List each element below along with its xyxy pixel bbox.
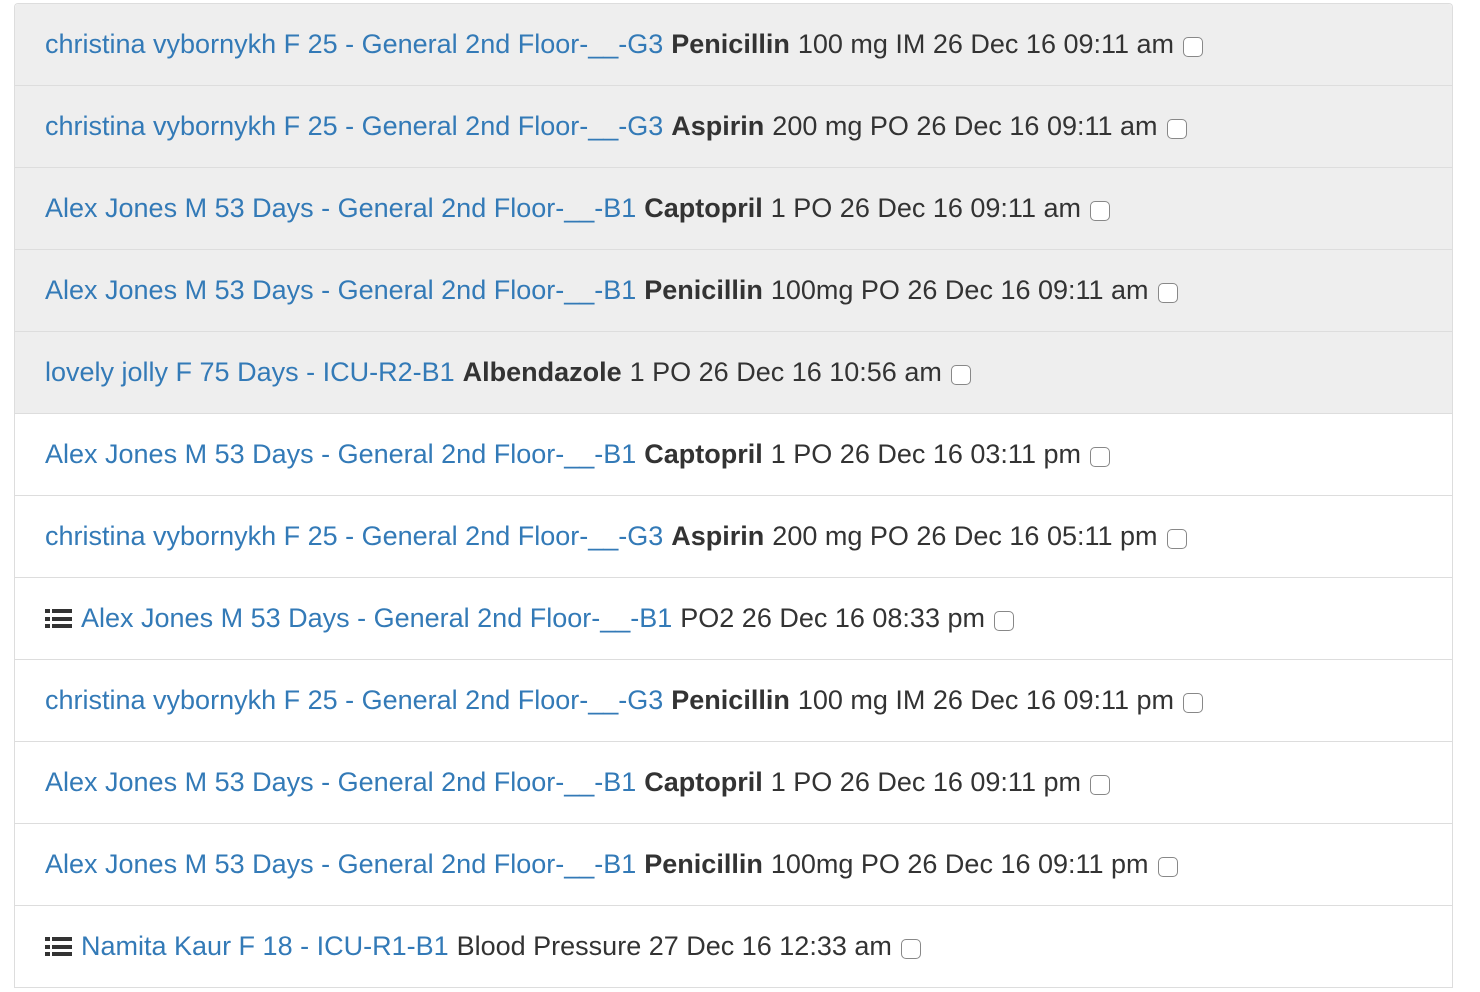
dose-schedule: PO2 26 Dec 16 08:33 pm [680,603,985,633]
done-checkbox[interactable] [1157,856,1178,877]
patient-link[interactable]: christina vybornykh F 25 - General 2nd F… [45,111,663,142]
drug-name: Penicillin [671,29,790,59]
list-item: Alex Jones M 53 Days - General 2nd Floor… [15,742,1452,824]
drug-name: Albendazole [462,357,622,387]
list-item: christina vybornykh F 25 - General 2nd F… [15,4,1452,86]
done-checkbox[interactable] [1089,774,1110,795]
patient-link[interactable]: lovely jolly F 75 Days - ICU-R2-B1 [45,357,455,388]
dose-schedule: 1 PO 26 Dec 16 09:11 am [770,193,1081,223]
patient-link[interactable]: Namita Kaur F 18 - ICU-R1-B1 [81,931,449,962]
dose-schedule: 1 PO 26 Dec 16 10:56 am [629,357,942,387]
dose-schedule: 100 mg IM 26 Dec 16 09:11 pm [797,685,1175,715]
dose-schedule: 100mg PO 26 Dec 16 09:11 pm [770,849,1149,879]
done-checkbox[interactable] [1166,118,1187,139]
done-checkbox[interactable] [1089,446,1110,467]
list-item: lovely jolly F 75 Days - ICU-R2-B1 Alben… [15,332,1452,414]
patient-link[interactable]: Alex Jones M 53 Days - General 2nd Floor… [45,275,636,306]
done-checkbox[interactable] [950,364,971,385]
drug-name: Aspirin [671,111,765,141]
list-item: Alex Jones M 53 Days - General 2nd Floor… [15,578,1452,660]
patient-link[interactable]: Alex Jones M 53 Days - General 2nd Floor… [45,767,636,798]
list-icon [45,609,72,628]
list-item: Alex Jones M 53 Days - General 2nd Floor… [15,414,1452,496]
drug-name: Captopril [644,439,763,469]
patient-link[interactable]: christina vybornykh F 25 - General 2nd F… [45,29,663,60]
drug-name: Captopril [644,193,763,223]
list-item: Alex Jones M 53 Days - General 2nd Floor… [15,168,1452,250]
list-item: christina vybornykh F 25 - General 2nd F… [15,660,1452,742]
dose-schedule: 100mg PO 26 Dec 16 09:11 am [770,275,1149,305]
drug-name: Penicillin [644,849,763,879]
list-item: christina vybornykh F 25 - General 2nd F… [15,86,1452,168]
dose-schedule: 1 PO 26 Dec 16 09:11 pm [770,767,1081,797]
patient-link[interactable]: christina vybornykh F 25 - General 2nd F… [45,521,663,552]
list-icon [45,937,72,956]
dose-schedule: 100 mg IM 26 Dec 16 09:11 am [797,29,1175,59]
done-checkbox[interactable] [993,610,1014,631]
drug-name: Penicillin [671,685,790,715]
done-checkbox[interactable] [900,938,921,959]
dose-schedule: 200 mg PO 26 Dec 16 05:11 pm [772,521,1158,551]
done-checkbox[interactable] [1166,528,1187,549]
dose-schedule: 200 mg PO 26 Dec 16 09:11 am [772,111,1158,141]
patient-link[interactable]: Alex Jones M 53 Days - General 2nd Floor… [81,603,672,634]
done-checkbox[interactable] [1183,692,1204,713]
medication-task-list: christina vybornykh F 25 - General 2nd F… [14,3,1453,988]
list-item: Namita Kaur F 18 - ICU-R1-B1 Blood Press… [15,906,1452,988]
done-checkbox[interactable] [1157,282,1178,303]
drug-name: Penicillin [644,275,763,305]
list-item: Alex Jones M 53 Days - General 2nd Floor… [15,250,1452,332]
list-item: Alex Jones M 53 Days - General 2nd Floor… [15,824,1452,906]
patient-link[interactable]: Alex Jones M 53 Days - General 2nd Floor… [45,193,636,224]
patient-link[interactable]: christina vybornykh F 25 - General 2nd F… [45,685,663,716]
patient-link[interactable]: Alex Jones M 53 Days - General 2nd Floor… [45,439,636,470]
done-checkbox[interactable] [1089,200,1110,221]
dose-schedule: Blood Pressure 27 Dec 16 12:33 am [456,931,892,961]
done-checkbox[interactable] [1183,36,1204,57]
patient-link[interactable]: Alex Jones M 53 Days - General 2nd Floor… [45,849,636,880]
drug-name: Aspirin [671,521,765,551]
dose-schedule: 1 PO 26 Dec 16 03:11 pm [770,439,1081,469]
drug-name: Captopril [644,767,763,797]
list-item: christina vybornykh F 25 - General 2nd F… [15,496,1452,578]
